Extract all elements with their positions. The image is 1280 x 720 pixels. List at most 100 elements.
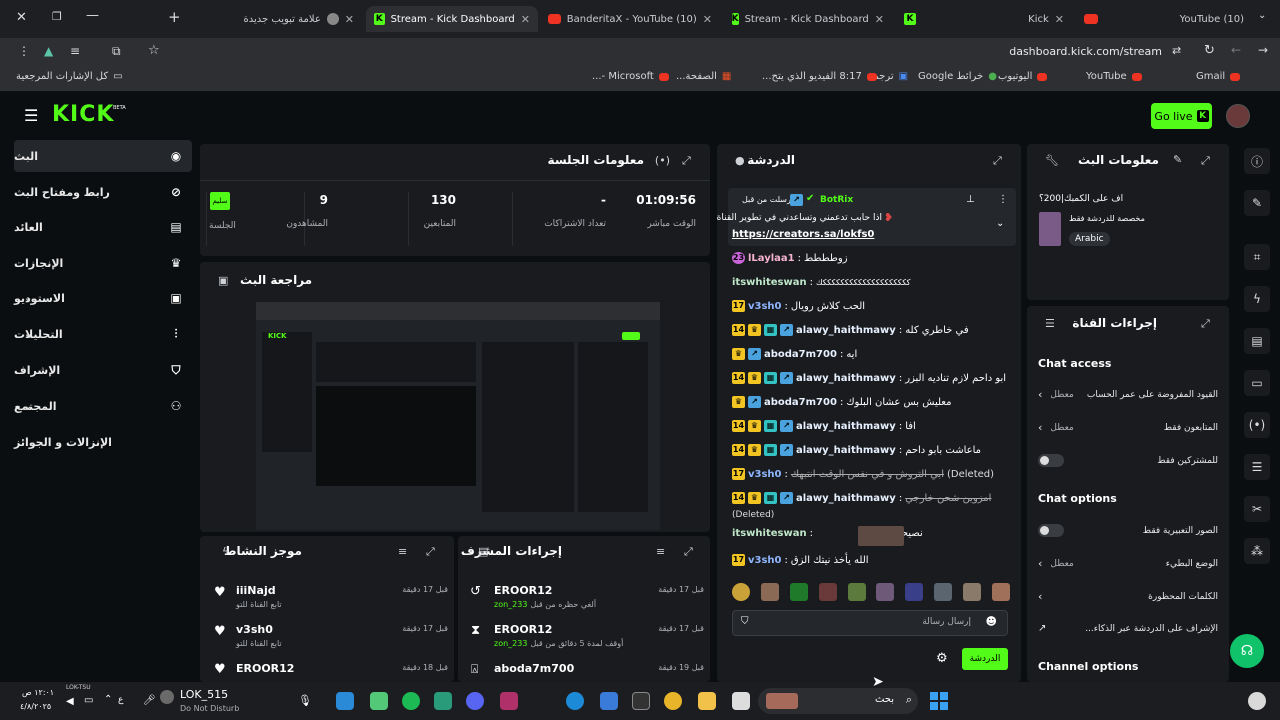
rail-chat-button[interactable]: ▭ (1244, 370, 1270, 396)
rail-layout-button[interactable]: ☰ (1244, 454, 1270, 480)
expand-icon[interactable]: ⤢ (682, 154, 691, 168)
install-app-icon[interactable]: ⧉ (112, 44, 121, 59)
chat-username[interactable]: alawy_haithmawy (796, 421, 896, 432)
chat-message[interactable]: في خاطري كله: alawy_haithmawy ↗ ▦ ♛ 14 (732, 324, 1012, 336)
extension-icon[interactable]: ▲ (44, 44, 53, 58)
bookmark-item[interactable]: Gmail (1196, 71, 1241, 82)
app-icon[interactable] (434, 692, 452, 710)
sidebar-item-community[interactable]: ⚇ المجتمع ⌄ (14, 390, 192, 422)
forward-icon[interactable]: ← (1231, 43, 1241, 57)
rail-edit-button[interactable]: ✎ (1244, 190, 1270, 216)
subscribers-only-toggle[interactable] (1038, 454, 1064, 467)
activity-item[interactable]: ♥ iiiNajd تابع القناة للتو قبل 17 دقيقة (212, 582, 448, 618)
mic-mute-icon[interactable]: 🎙︎ (298, 694, 312, 707)
chat-message[interactable]: زوطططط: lLaylaa1 23 (732, 252, 1012, 264)
edit-icon[interactable]: ✎ (1173, 153, 1182, 166)
app-icon[interactable] (336, 692, 354, 710)
chat-username[interactable]: alawy_haithmawy (796, 445, 896, 456)
chat-message[interactable]: افا: alawy_haithmawy ↗ ▦ ♛ 14 (732, 420, 1012, 432)
chat-input-box[interactable]: ⛉ إرسال رسالة ☻ (732, 610, 1008, 636)
filter-icon[interactable]: ≡ (398, 545, 407, 558)
chat-username[interactable]: itswhiteswan (732, 277, 807, 288)
user-avatar[interactable] (1226, 104, 1250, 128)
emote-icon[interactable] (934, 583, 953, 601)
stream-preview-video[interactable]: KICK (256, 302, 660, 530)
chat-settings-gear-icon[interactable]: ⚙ (936, 651, 948, 666)
chrome-icon[interactable] (664, 692, 682, 710)
bookmark-item[interactable]: ● خرائط Google (918, 71, 997, 82)
rail-scan-button[interactable]: ⌗ (1244, 244, 1270, 270)
emote-icon[interactable] (760, 583, 779, 601)
kick-logo[interactable]: KICK (52, 102, 114, 127)
edge-icon[interactable] (566, 692, 584, 710)
shield-icon[interactable]: ⛉ (741, 616, 749, 627)
bookmark-item[interactable]: YouTube (1086, 71, 1142, 82)
mod-action-item[interactable]: ↺ EROOR12 ألغي حظره من قبل zon_233 قبل 1… (468, 582, 704, 618)
option-row-slow-mode[interactable]: الوضع البطيء معطل › (1038, 557, 1218, 570)
site-settings-icon[interactable]: ⇄ (1172, 44, 1181, 57)
emote-icon[interactable] (789, 583, 808, 601)
bookmark-star-icon[interactable]: ☆ (148, 43, 160, 58)
expand-icon[interactable]: ⤢ (684, 545, 693, 559)
mod-action-item[interactable]: ⍓ aboda7m700 قبل 19 دقيقة (468, 660, 704, 680)
rail-shapes-button[interactable]: ⁂ (1244, 538, 1270, 564)
close-tab-icon[interactable]: ✕ (875, 13, 884, 26)
chat-message[interactable]: ككككككككككككككككككككك: itswhiteswan (732, 277, 1012, 288)
rail-bolt-button[interactable]: ϟ (1244, 286, 1270, 312)
app-icon[interactable] (370, 692, 388, 710)
chat-username[interactable]: alawy_haithmawy (796, 373, 896, 384)
close-tab-icon[interactable]: ✕ (703, 13, 712, 26)
emote-icon[interactable] (876, 583, 895, 601)
taskbar-search-box[interactable]: بحث ⌕ (758, 688, 918, 714)
reload-icon[interactable]: ↻ (1204, 43, 1215, 58)
windows-start-icon[interactable] (930, 692, 948, 710)
pinned-menu-icon[interactable]: ⋮ (998, 194, 1008, 205)
sidebar-item-achievements[interactable]: ♛ الإنجازات (14, 247, 192, 279)
discord-user-avatar[interactable] (160, 690, 174, 704)
lang-indicator[interactable]: ع (118, 695, 123, 705)
chat-username[interactable]: v3sh0 (748, 555, 782, 566)
sidebar-item-stream[interactable]: ◉ البث (14, 140, 192, 172)
bookmark-item[interactable]: Microsoft -... (592, 71, 669, 82)
emote-icon[interactable] (991, 583, 1010, 601)
emote-icon[interactable] (732, 583, 750, 601)
chat-message-deleted[interactable]: (Deleted) ابي التروش و في نفس الوقت انتب… (732, 468, 1012, 480)
speaker-icon[interactable]: ◀ (66, 696, 74, 707)
chat-username[interactable]: alawy_haithmawy (796, 325, 896, 336)
tab-search-icon[interactable]: ⌄ (1258, 10, 1266, 21)
network-icon[interactable]: ▭ (84, 695, 93, 706)
access-row-account-age[interactable]: القيود المفروضة على عمر الحساب معطل › (1038, 388, 1218, 401)
mic-icon[interactable]: 🎤︎ (143, 695, 156, 706)
tab-kick-dashboard-active[interactable]: ✕ Stream - Kick Dashboard K (366, 6, 538, 32)
rail-tools-button[interactable]: ✂ (1244, 496, 1270, 522)
sidebar-item-analytics[interactable]: ⫶ التحليلات ⌄ (14, 318, 192, 350)
rail-info-button[interactable]: ⓘ (1244, 148, 1270, 174)
chat-username[interactable]: lLaylaa1 (748, 253, 795, 264)
sidebar-item-studio[interactable]: ▣ الاستوديو ⌄ (14, 282, 192, 314)
tab-youtube-banderitax[interactable]: ✕ (10) BanderitaX - YouTube (540, 6, 720, 32)
activity-item[interactable]: ♥ EROOR12 قبل 18 دقيقة (212, 660, 448, 680)
discord-icon[interactable] (466, 692, 484, 710)
hamburger-menu-icon[interactable]: ☰ (24, 106, 38, 125)
tab-youtube[interactable]: (10) YouTube (1076, 6, 1252, 32)
rail-broadcast-button[interactable]: (•) (1244, 412, 1270, 438)
pinned-link[interactable]: https://creators.sa/lokfs0 (732, 229, 874, 240)
emote-icon[interactable] (847, 583, 866, 601)
tab-kick-dashboard-2[interactable]: ✕ Stream - Kick Dashboard K (724, 6, 892, 32)
option-row-banned-words[interactable]: الكلمات المحظورة › (1038, 590, 1218, 603)
option-row-emotes-only[interactable]: الصور التعبيرية فقط (1038, 524, 1218, 537)
browser-menu-icon[interactable]: ⋮ (18, 44, 30, 58)
chat-message[interactable]: ايه: aboda7m700 ↗ ♛ (732, 348, 1012, 360)
chat-message-deleted[interactable]: امزوين شحن خارجي: alawy_haithmawy ↗ ▦ ♛ … (732, 492, 1012, 504)
close-tab-icon[interactable]: ✕ (1055, 13, 1064, 26)
option-row-ai-moderation[interactable]: الإشراف على الدردشة عبر الذكاء... ↗ (1038, 623, 1218, 634)
minimize-window-icon[interactable]: — (86, 8, 99, 23)
chat-message[interactable]: ماعاشت بابو داحم: alawy_haithmawy ↗ ▦ ♛ … (732, 444, 1012, 456)
file-explorer-icon[interactable] (698, 692, 716, 710)
chat-username[interactable]: itswhiteswan (732, 528, 807, 539)
sidebar-item-moderation[interactable]: ⛉ الإشراف (14, 354, 192, 386)
app-icon[interactable] (632, 692, 650, 710)
widgets-icon[interactable] (1248, 692, 1266, 710)
task-view-icon[interactable] (732, 692, 750, 710)
chat-message[interactable]: الله يأخذ نيتك الزق: v3sh0 17 (732, 554, 1012, 566)
